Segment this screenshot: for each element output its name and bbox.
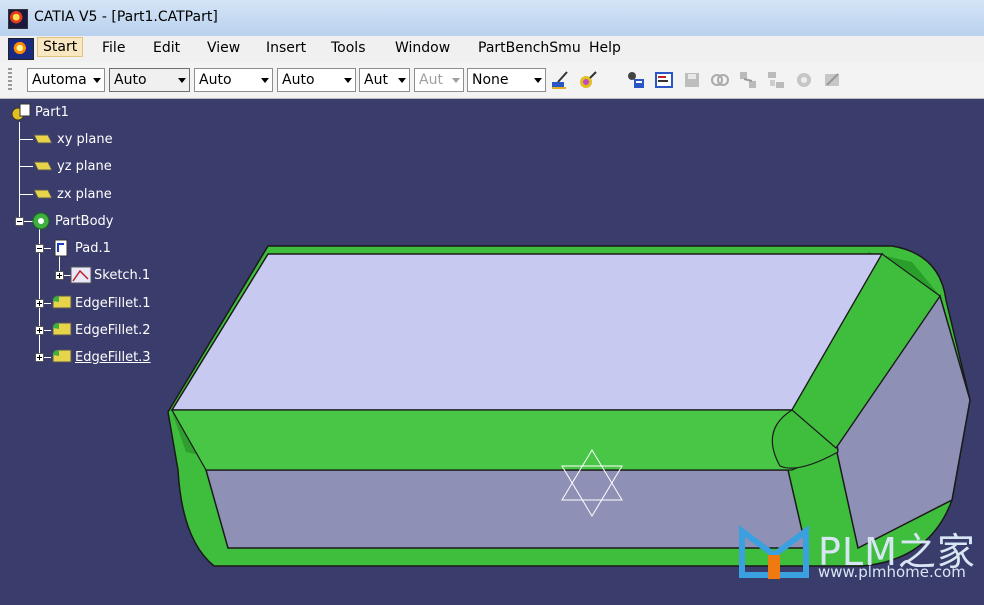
menu-bar: Start File Edit View Insert Tools Window… [0,36,984,63]
watermark: PLM之家 www.plmhome.com [736,521,976,587]
edge-fillet-icon [52,295,72,309]
plm-logo-icon [739,525,809,579]
menu-file[interactable]: File [102,40,125,56]
body-gear-icon [32,212,50,230]
line-thickness-combo-value: Auto [199,72,232,88]
transparency-combo-value: Auto [114,72,147,88]
chevron-down-icon [398,78,406,83]
tools-icon [797,73,811,87]
expand-edgefillet3-toggle[interactable] [35,353,44,362]
front-side-face[interactable] [205,469,807,549]
edge-fillet-icon [52,322,72,336]
tree-node-yz-plane[interactable]: yz plane [33,156,112,176]
properties-icon[interactable] [626,70,646,90]
tree-node-edgefillet1[interactable]: EdgeFillet.1 [51,293,151,313]
title-bar: CATIA V5 - [Part1.CATPart] [0,0,984,37]
paint-brush-icon[interactable] [550,70,570,90]
layer-combo-value: None [472,72,509,88]
tree-node-partbody[interactable]: PartBody [31,211,113,231]
menu-insert[interactable]: Insert [266,40,306,56]
plane-icon [33,189,53,199]
pad-icon [54,239,68,257]
settings-icon [825,73,839,86]
chevron-down-icon [344,78,352,83]
tree-connector [19,194,33,195]
menu-view[interactable]: View [207,40,240,56]
expand-edgefillet1-toggle[interactable] [35,299,44,308]
menu-partbenchsmu[interactable]: PartBenchSmu [478,40,581,56]
tree-node-sketch1[interactable]: Sketch.1 [70,265,150,285]
linetype-combo-value: Auto [282,72,315,88]
link-icon [711,74,729,86]
layer-combo[interactable]: None [467,68,546,92]
collapse-partbody-toggle[interactable] [15,217,24,226]
tree-label: yz plane [57,158,112,174]
tree-label: zx plane [57,186,112,202]
tree-node-part1[interactable]: Part1 [10,102,69,122]
tree-label: EdgeFillet.1 [75,295,151,311]
menu-start[interactable]: Start [37,37,84,57]
tree-node-pad1[interactable]: Pad.1 [51,238,111,258]
point-symbol-combo-value: Aut [364,72,388,88]
point-symbol-combo[interactable]: Aut [359,68,410,92]
tree-label: Sketch.1 [94,267,151,283]
tree-node-edgefillet3[interactable]: EdgeFillet.3 [51,347,151,367]
tree-label: Pad.1 [75,240,111,256]
chevron-down-icon [261,78,269,83]
line-thickness-combo[interactable]: Auto [194,68,273,92]
expand-sketch-toggle[interactable] [55,271,64,280]
specification-tree: Part1 xy plane yz plane zx plane PartBod… [0,98,200,378]
tree-label: EdgeFillet.3 [75,349,151,365]
rendering-style-combo-value: Aut [419,72,443,88]
plane-icon [33,134,53,144]
menu-tools[interactable]: Tools [331,40,366,56]
chevron-down-icon [93,78,101,83]
transparency-combo[interactable]: Auto [109,68,190,92]
catia-app-icon [8,9,28,29]
menu-help[interactable]: Help [589,40,621,56]
watermark-url: www.plmhome.com [818,563,966,581]
menu-window[interactable]: Window [395,40,450,56]
tree-connector [19,139,33,140]
linetype-combo[interactable]: Auto [277,68,356,92]
layer-properties-icon[interactable] [654,70,674,90]
tree-node-zx-plane[interactable]: zx plane [33,184,112,204]
rendering-style-combo: Aut [414,68,464,92]
structure-icon [768,72,784,88]
tree-connector [19,166,33,167]
network-icon [740,72,756,88]
expand-edgefillet2-toggle[interactable] [35,326,44,335]
toolbar-grip[interactable] [8,68,12,92]
tree-node-edgefillet2[interactable]: EdgeFillet.2 [51,320,151,340]
tree-label: xy plane [57,131,113,147]
chevron-down-icon [178,78,186,83]
chevron-down-icon [452,78,460,83]
tree-label: Part1 [35,104,69,120]
color-combo[interactable]: Automa [27,68,105,92]
tree-label: EdgeFillet.2 [75,322,151,338]
top-face[interactable] [170,253,884,411]
catia-logo-icon[interactable] [8,38,34,60]
collapse-pad-toggle[interactable] [35,244,44,253]
tree-node-xy-plane[interactable]: xy plane [33,129,113,149]
front-fillet-band[interactable] [170,409,839,471]
window-title: CATIA V5 - [Part1.CATPart] [34,9,218,25]
sketch-icon [70,266,92,284]
menu-edit[interactable]: Edit [153,40,180,56]
tree-label: PartBody [55,213,114,229]
plane-icon [33,161,53,171]
tree-trunk-line [19,122,20,222]
chevron-down-icon [534,78,542,83]
color-combo-value: Automa [32,72,87,88]
graphic-properties-toolbar: Automa Auto Auto Auto Aut Aut None [0,62,984,99]
part-gear-icon [11,103,31,121]
save-icon [685,73,699,87]
magic-wand-icon[interactable] [578,70,598,90]
edge-fillet-icon [52,349,72,363]
